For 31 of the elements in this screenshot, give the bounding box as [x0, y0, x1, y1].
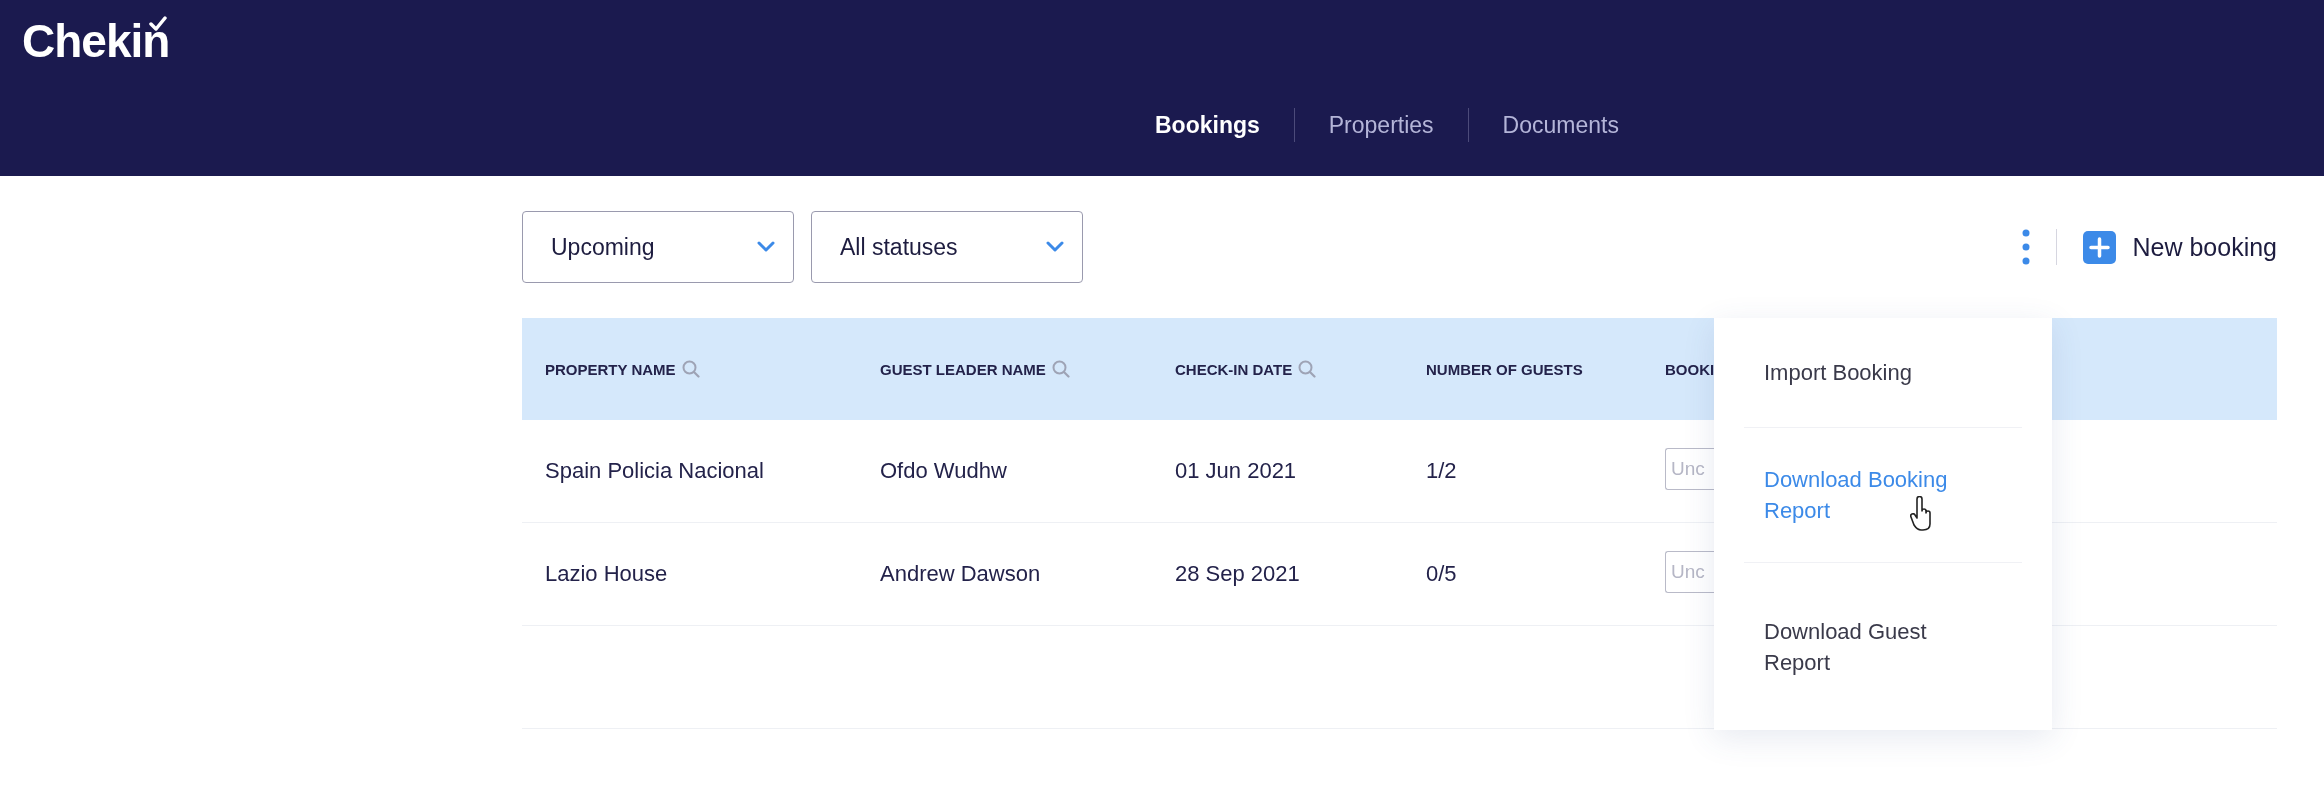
menu-item[interactable]: Download Guest Report [1764, 615, 2014, 678]
filter-dropdown[interactable]: All statuses [811, 211, 1083, 283]
column-header: GUEST LEADER NAME [880, 360, 1046, 378]
search-icon[interactable] [1298, 360, 1317, 378]
nav-tab[interactable]: Properties [1328, 111, 1434, 139]
nav-tab[interactable]: Bookings [1155, 111, 1260, 139]
new-booking-button[interactable]: New booking [2083, 230, 2277, 264]
search-icon[interactable] [681, 360, 700, 378]
check-in-date: 01 Jun 2021 [1174, 458, 1298, 484]
filter-dropdown[interactable]: Upcoming [522, 211, 794, 283]
hand-cursor-icon [1910, 496, 1934, 532]
chevron-down-icon [757, 241, 775, 253]
guest-leader-name: Andrew Dawson [879, 561, 1042, 587]
column-header: BOOKI [1665, 360, 1715, 378]
property-name: Spain Policia Nacional [544, 458, 765, 484]
logo[interactable]: Chekin [22, 14, 170, 68]
column-header: CHECK-IN DATE [1175, 360, 1293, 378]
column-header: PROPERTY NAME [545, 360, 676, 378]
column-header: NUMBER OF GUESTS [1426, 360, 1583, 378]
plus-icon [2083, 230, 2117, 264]
search-icon[interactable] [1051, 360, 1070, 378]
menu-item[interactable]: Download Booking Report [1764, 464, 2014, 526]
guest-count: 0/5 [1425, 561, 1458, 587]
nav-tab[interactable]: Documents [1502, 111, 1619, 139]
more-options-icon[interactable] [2022, 229, 2031, 265]
menu-item[interactable]: Import Booking [1764, 357, 2014, 388]
chevron-down-icon [1046, 241, 1064, 253]
property-name: Lazio House [544, 561, 669, 587]
guest-count: 1/2 [1425, 458, 1458, 484]
check-in-date: 28 Sep 2021 [1174, 561, 1301, 587]
guest-leader-name: Ofdo Wudhw [879, 458, 1008, 484]
